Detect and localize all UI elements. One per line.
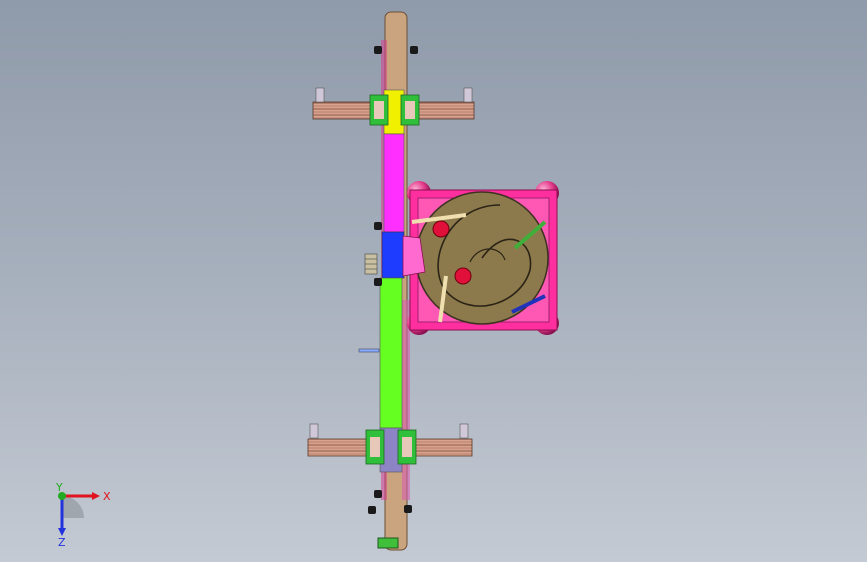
green-segment	[379, 277, 403, 429]
side-sensor	[358, 348, 380, 353]
bottom-end-cap	[377, 537, 399, 549]
z-axis-arrowhead	[58, 528, 66, 536]
y-axis-label: Y	[55, 481, 63, 494]
vibratory-hopper	[402, 181, 559, 335]
magenta-segment	[383, 133, 405, 233]
z-axis-label: Z	[58, 536, 66, 548]
x-axis-label: X	[103, 490, 111, 503]
x-axis-arrowhead	[92, 492, 100, 500]
feed-bracket	[364, 253, 378, 275]
cad-model-view[interactable]	[0, 0, 867, 562]
orientation-triad[interactable]: X Y Z	[40, 478, 120, 548]
cad-viewport[interactable]: X Y Z	[0, 0, 867, 562]
triad-plane-icon	[62, 496, 84, 518]
blue-segment	[381, 231, 405, 279]
